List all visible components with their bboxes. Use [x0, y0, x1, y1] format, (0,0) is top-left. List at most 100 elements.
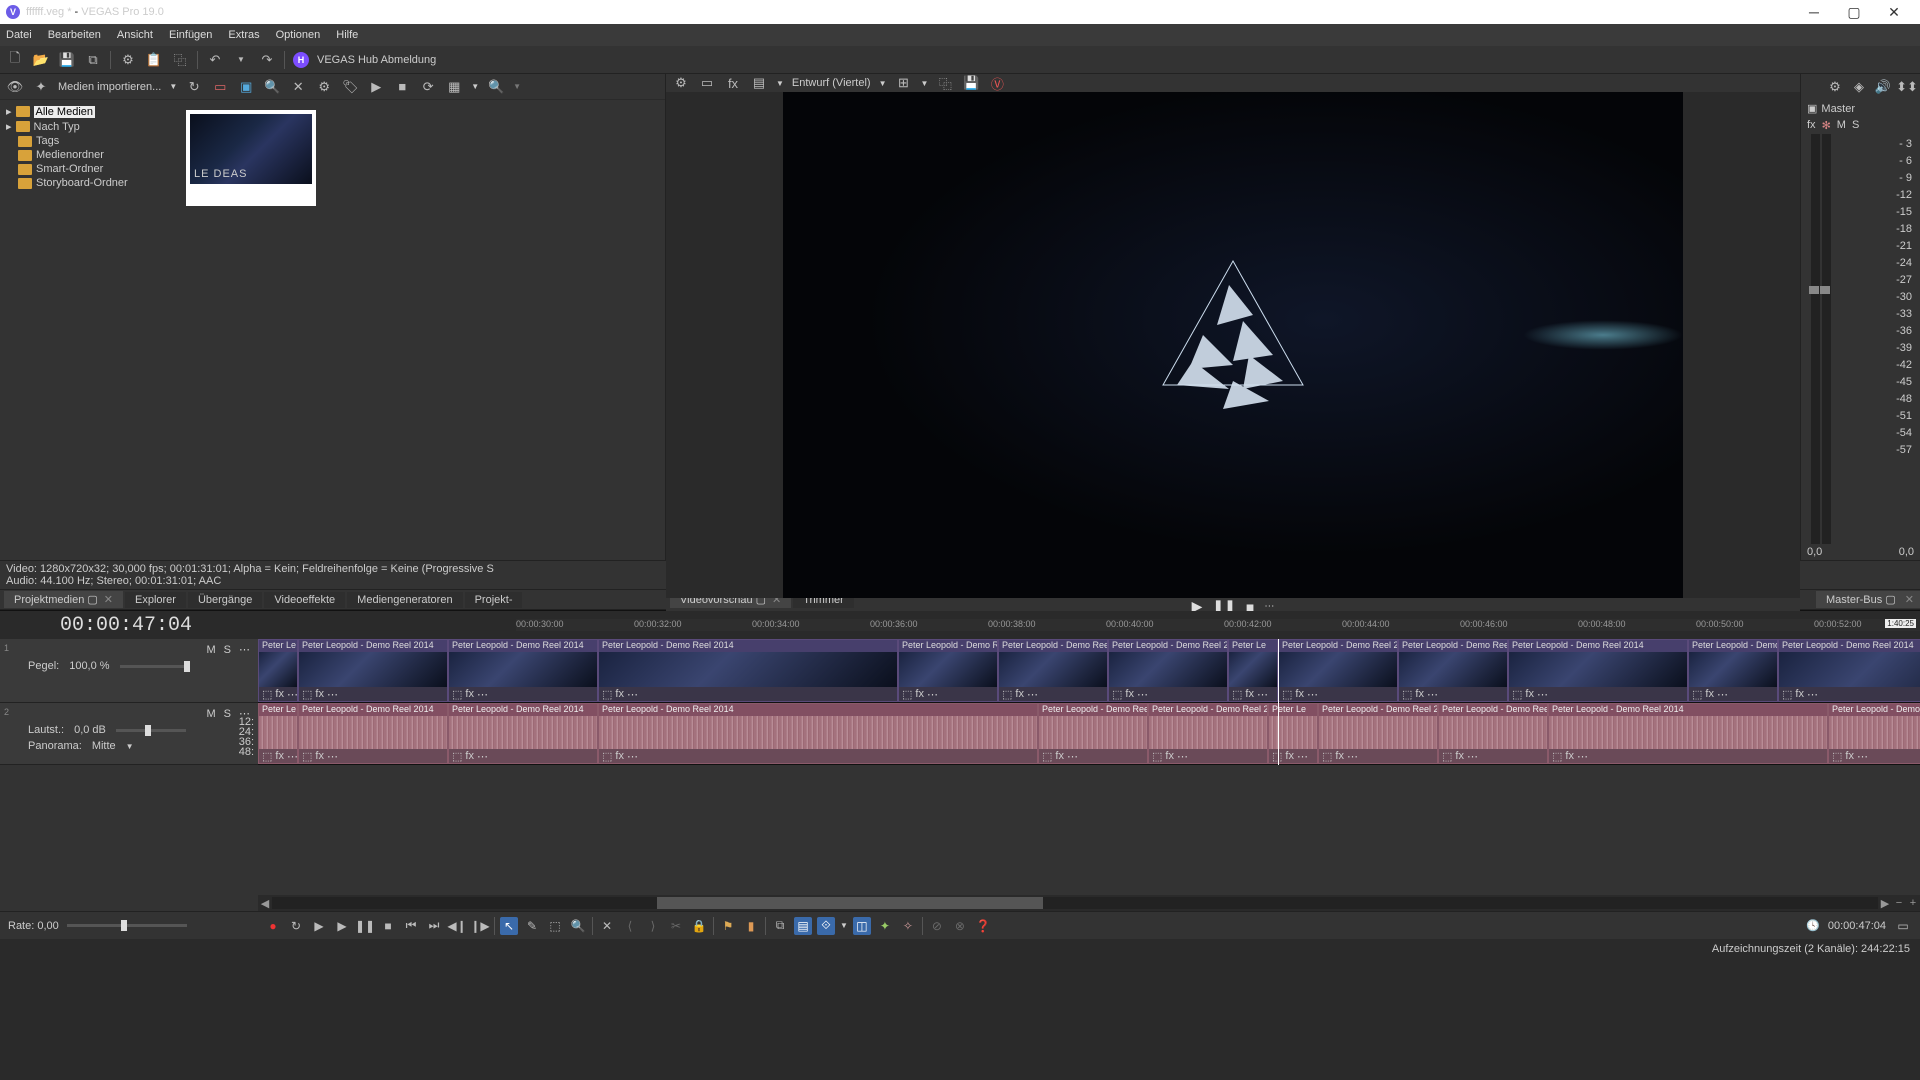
- quantize-button[interactable]: ◫: [853, 917, 871, 935]
- time-ruler[interactable]: 1:40:25 00:00:30:0000:00:32:0000:00:34:0…: [516, 619, 1920, 631]
- clip[interactable]: Peter Leopold - Demo Reel 2014⬚ fx ⋯: [1148, 703, 1268, 764]
- rate-slider[interactable]: [67, 924, 187, 927]
- clip[interactable]: Peter Leopold - Demo Reel 2014⬚ fx ⋯: [1038, 703, 1148, 764]
- clip-more-icon[interactable]: ⋯: [1177, 750, 1188, 763]
- generate-icon[interactable]: ✧: [899, 917, 917, 935]
- clip-crop-icon[interactable]: ⬚: [262, 688, 272, 701]
- menu-optionen[interactable]: Optionen: [276, 29, 321, 41]
- clip-crop-icon[interactable]: ⬚: [1692, 688, 1702, 701]
- clip[interactable]: Peter Leopold - Demo Reel 2014⬚ fx ⋯: [1548, 703, 1828, 764]
- clip-fx-icon[interactable]: fx: [915, 688, 924, 700]
- dim-icon[interactable]: ◈: [1850, 78, 1868, 96]
- clip[interactable]: Peter Leopold - Demo Reel 2014⬚ fx ⋯: [1438, 703, 1548, 764]
- video-track-header[interactable]: 1 M S ⋯ Pegel: 100,0 %: [0, 639, 258, 703]
- clip-fx-icon[interactable]: fx: [1245, 688, 1254, 700]
- master-mute-button[interactable]: M: [1837, 119, 1846, 132]
- redo-icon[interactable]: ↷: [258, 51, 276, 69]
- auto-ripple-button[interactable]: ▤: [794, 917, 812, 935]
- selection-tool-icon[interactable]: ⬚: [546, 917, 564, 935]
- window-layout-icon[interactable]: ▭: [1894, 917, 1912, 935]
- clip-more-icon[interactable]: ⋯: [1027, 688, 1038, 701]
- playhead[interactable]: [1278, 639, 1279, 765]
- clip-crop-icon[interactable]: ⬚: [262, 750, 272, 763]
- clip-fx-icon[interactable]: fx: [275, 688, 284, 700]
- clip-fx-icon[interactable]: fx: [1335, 750, 1344, 762]
- paste-icon[interactable]: 📋: [145, 51, 163, 69]
- menu-einfuegen[interactable]: Einfügen: [169, 29, 212, 41]
- clip-crop-icon[interactable]: ⬚: [1402, 688, 1412, 701]
- tree-tags[interactable]: Tags: [0, 134, 176, 148]
- split-icon[interactable]: ✂: [667, 917, 685, 935]
- tab-projekt[interactable]: Projekt-: [465, 592, 523, 608]
- clip-more-icon[interactable]: ⋯: [1577, 750, 1588, 763]
- tag-icon[interactable]: 🏷: [341, 78, 359, 96]
- clip-fx-icon[interactable]: fx: [1125, 688, 1134, 700]
- tree-smart-folder[interactable]: Smart-Ordner: [0, 162, 176, 176]
- pan-dropdown-icon[interactable]: ▼: [126, 742, 134, 751]
- clip-fx-icon[interactable]: fx: [1845, 750, 1854, 762]
- track1-solo-button[interactable]: S: [224, 644, 231, 656]
- save-icon[interactable]: 💾: [58, 51, 76, 69]
- downmix-icon[interactable]: 🔊: [1874, 78, 1892, 96]
- pause-button-2[interactable]: ❚❚: [356, 917, 374, 935]
- menu-hilfe[interactable]: Hilfe: [336, 29, 358, 41]
- preview-settings-icon[interactable]: ⚙: [672, 74, 690, 92]
- scroll-thumb[interactable]: [657, 897, 1042, 909]
- next-frame-button[interactable]: ❙▶: [471, 917, 489, 935]
- clip-crop-icon[interactable]: ⬚: [1832, 750, 1842, 763]
- master-expand-icon[interactable]: ▣: [1807, 102, 1817, 115]
- clip-more-icon[interactable]: ⋯: [1067, 750, 1078, 763]
- play-preview-icon[interactable]: ▶: [367, 78, 385, 96]
- audio-track-header[interactable]: 2 M S ⋯ Lautst.: 0,0 dB Panorama: Mitte …: [0, 703, 258, 765]
- split-screen-icon[interactable]: ▤: [750, 74, 768, 92]
- clip-crop-icon[interactable]: ⬚: [302, 750, 312, 763]
- clip[interactable]: Peter Leopold - Demo Reel 2014⬚ fx ⋯: [448, 703, 598, 764]
- clip-more-icon[interactable]: ⋯: [927, 688, 938, 701]
- clip-more-icon[interactable]: ⋯: [1137, 688, 1148, 701]
- clip-fx-icon[interactable]: fx: [315, 750, 324, 762]
- video-preview[interactable]: [783, 92, 1683, 598]
- lautst-slider[interactable]: [116, 729, 186, 732]
- master-solo-button[interactable]: S: [1852, 119, 1859, 132]
- vegas-icon[interactable]: Ⓥ: [988, 74, 1006, 92]
- zoom-out-icon[interactable]: −: [1892, 897, 1906, 909]
- tab-master-bus[interactable]: Master-Bus ▢ ✕: [1816, 591, 1920, 608]
- pin-icon[interactable]: 👁: [6, 78, 24, 96]
- split-dropdown-icon[interactable]: ▼: [776, 79, 784, 88]
- master-insert-icon[interactable]: ✻: [1822, 119, 1831, 132]
- clip[interactable]: Peter Leopold - Demo Reel 2014⬚ fx ⋯: [1278, 639, 1398, 702]
- import-star-icon[interactable]: ✦: [32, 78, 50, 96]
- save-snapshot-icon[interactable]: 💾: [962, 74, 980, 92]
- clip-fx-icon[interactable]: fx: [1705, 688, 1714, 700]
- clip-crop-icon[interactable]: ⬚: [602, 750, 612, 763]
- clip[interactable]: Peter Leopold - Demo Reel 2014⬚ fx ⋯: [598, 703, 1038, 764]
- clip-more-icon[interactable]: ⋯: [327, 688, 338, 701]
- copy-snapshot-icon[interactable]: ⿻: [936, 74, 954, 92]
- clip-fx-icon[interactable]: fx: [1455, 750, 1464, 762]
- clip[interactable]: Peter Leopold - Demo Reel 2014⬚ fx ⋯: [1778, 639, 1920, 702]
- delete-button[interactable]: ✕: [598, 917, 616, 935]
- clip-fx-icon[interactable]: fx: [1055, 750, 1064, 762]
- clip-fx-icon[interactable]: fx: [465, 688, 474, 700]
- overlays-icon[interactable]: ⊞: [895, 74, 913, 92]
- scroll-right-icon[interactable]: ▶: [1878, 897, 1892, 910]
- hub-label[interactable]: VEGAS Hub Abmeldung: [317, 54, 436, 66]
- settings-icon[interactable]: ⚙: [315, 78, 333, 96]
- clip[interactable]: Peter Le⬚ fx ⋯: [1268, 703, 1318, 764]
- clip-crop-icon[interactable]: ⬚: [452, 750, 462, 763]
- track2-solo-button[interactable]: S: [224, 708, 231, 720]
- tree-by-type[interactable]: ▸ Nach Typ: [0, 119, 176, 134]
- clip-fx-icon[interactable]: fx: [1285, 750, 1294, 762]
- menu-ansicht[interactable]: Ansicht: [117, 29, 153, 41]
- remove-icon[interactable]: ✕: [289, 78, 307, 96]
- close-tab-icon[interactable]: ✕: [1905, 594, 1914, 606]
- clip-crop-icon[interactable]: ⬚: [902, 688, 912, 701]
- clip[interactable]: Peter Leopold - Demo Reel 2014⬚ fx ⋯: [298, 703, 448, 764]
- mixer-settings-icon[interactable]: ⚙: [1826, 78, 1844, 96]
- view-dropdown-icon[interactable]: ▼: [471, 82, 479, 91]
- clip-fx-icon[interactable]: fx: [275, 750, 284, 762]
- normal-tool-button[interactable]: ↖: [500, 917, 518, 935]
- trim-start-icon[interactable]: ⟨: [621, 917, 639, 935]
- clip-crop-icon[interactable]: ⬚: [1442, 750, 1452, 763]
- marker-icon[interactable]: ⚑: [719, 917, 737, 935]
